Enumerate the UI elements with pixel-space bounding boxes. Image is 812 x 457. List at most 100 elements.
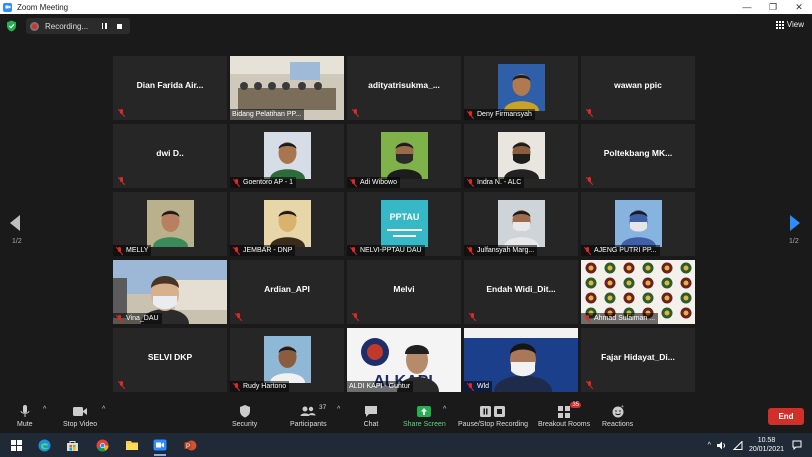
share-screen-icon xyxy=(416,404,432,419)
minimize-button[interactable]: — xyxy=(734,0,760,14)
participants-options-caret-icon[interactable]: ^ xyxy=(337,406,340,413)
powerpoint-icon[interactable]: P xyxy=(180,436,200,454)
chat-label: Chat xyxy=(363,421,379,428)
muted-mic-icon xyxy=(585,177,593,185)
store-icon[interactable] xyxy=(62,436,82,454)
participant-tile[interactable]: Julfansyah Marg... xyxy=(464,192,578,256)
recording-label: Recording... xyxy=(45,21,89,31)
participant-tile[interactable]: Indra N. - ALC xyxy=(464,124,578,188)
participant-name: JEMBAR - DNP xyxy=(243,247,293,254)
page-indicator-right: 1/2 xyxy=(789,238,799,245)
chrome-icon[interactable] xyxy=(92,436,112,454)
participant-tile[interactable]: Ahmad Sulaiman ... xyxy=(581,260,695,324)
end-meeting-button[interactable]: End xyxy=(768,408,804,425)
participant-tile[interactable]: Dian Farida Air... xyxy=(113,56,227,120)
pause-recording-icon[interactable] xyxy=(98,20,110,32)
participant-caption: AJENG PUTRI PP... xyxy=(581,245,660,256)
close-button[interactable]: ✕ xyxy=(786,0,812,14)
participant-caption: Julfansyah Marg... xyxy=(464,245,538,256)
svg-text:+: + xyxy=(621,404,624,410)
participant-tile[interactable]: Melvi xyxy=(347,260,461,324)
participant-tile[interactable]: JEMBAR - DNP xyxy=(230,192,344,256)
pause-stop-recording-button[interactable]: Pause/Stop Recording xyxy=(458,404,528,428)
show-hidden-icons-icon[interactable]: ^ xyxy=(708,442,711,449)
video-options-caret-icon[interactable]: ^ xyxy=(102,406,105,413)
zoom-logo-icon xyxy=(3,2,12,12)
view-button[interactable]: View xyxy=(775,20,804,29)
taskbar-clock[interactable]: 10.58 20/01/2021 xyxy=(749,436,784,454)
participant-tile[interactable]: Bidang Pelatihan PP... xyxy=(230,56,344,120)
participant-tile[interactable]: adityatrisukma_... xyxy=(347,56,461,120)
edge-browser-icon[interactable] xyxy=(34,436,54,454)
participant-tile[interactable]: Endah Widi_Dit... xyxy=(464,260,578,324)
participant-caption: Adi Wibowo xyxy=(347,177,400,188)
participant-tile[interactable]: Rudy Hartono xyxy=(230,328,344,392)
participant-video xyxy=(498,132,545,179)
chat-button[interactable]: Chat xyxy=(363,404,379,428)
muted-mic-icon xyxy=(117,381,125,389)
pause-stop-recording-label: Pause/Stop Recording xyxy=(458,421,529,428)
meeting-topbar: Recording... View xyxy=(0,14,812,38)
breakout-rooms-button[interactable]: 35 Breakout Rooms xyxy=(538,402,590,428)
participant-tile[interactable]: dwi D.. xyxy=(113,124,227,188)
participant-tile[interactable]: PPTAU NELVI-PPTAU DAU xyxy=(347,192,461,256)
file-explorer-icon[interactable] xyxy=(122,436,142,454)
view-label: View xyxy=(786,20,804,29)
reactions-button[interactable]: + Reactions xyxy=(602,404,633,428)
stop-video-label: Stop Video xyxy=(63,421,98,428)
muted-mic-icon xyxy=(466,382,474,391)
participant-name: adityatrisukma_... xyxy=(368,80,440,90)
muted-mic-icon xyxy=(232,246,240,255)
participant-logo: PPTAU xyxy=(381,200,428,247)
restore-button[interactable]: ❐ xyxy=(760,0,786,14)
participant-tile[interactable]: Adi Wibowo xyxy=(347,124,461,188)
participant-caption: Bidang Pelatihan PP... xyxy=(230,109,305,120)
participant-video xyxy=(381,132,428,179)
participant-tile[interactable]: MELLY xyxy=(113,192,227,256)
participant-caption: MELLY xyxy=(113,245,152,256)
notifications-icon[interactable] xyxy=(792,440,802,450)
participant-name: Ardian_API xyxy=(264,284,310,294)
participants-button[interactable]: 37 Participants xyxy=(290,404,327,428)
participant-name: wawan ppic xyxy=(614,80,662,90)
window-title: Zoom Meeting xyxy=(17,2,69,12)
participant-tile[interactable]: Vina_DAU xyxy=(113,260,227,324)
stop-video-button[interactable]: Stop Video xyxy=(63,404,97,428)
participant-tile[interactable]: SELVI DKP xyxy=(113,328,227,392)
participant-tile[interactable]: Goentoro AP - 1 xyxy=(230,124,344,188)
participant-name: Dian Farida Air... xyxy=(136,80,204,90)
previous-page-arrow-icon[interactable] xyxy=(10,215,20,231)
muted-mic-icon xyxy=(117,177,125,185)
participant-tile[interactable]: Deny Firmansyah xyxy=(464,56,578,120)
muted-mic-icon xyxy=(115,246,123,255)
zoom-taskbar-icon[interactable] xyxy=(150,436,170,456)
next-page-arrow-icon[interactable] xyxy=(790,215,800,231)
muted-mic-icon xyxy=(117,109,125,117)
muted-mic-icon xyxy=(585,381,593,389)
reactions-smiley-icon: + xyxy=(611,404,625,419)
participant-name: Julfansyah Marg... xyxy=(477,247,535,254)
mute-button[interactable]: Mute xyxy=(17,404,33,428)
encryption-shield-icon[interactable] xyxy=(6,20,17,32)
stop-recording-icon[interactable] xyxy=(113,20,125,32)
network-icon[interactable] xyxy=(732,440,743,450)
participant-tile[interactable]: Poltekbang MK... xyxy=(581,124,695,188)
security-button[interactable]: Security xyxy=(232,404,257,428)
participant-tile[interactable]: AJENG PUTRI PP... xyxy=(581,192,695,256)
windows-start-icon[interactable] xyxy=(6,436,26,454)
participant-tile[interactable]: ALKAPIALDI KAPI - Guntur xyxy=(347,328,461,392)
participant-caption: Goentoro AP - 1 xyxy=(230,177,297,188)
participant-name: AJENG PUTRI PP... xyxy=(594,247,657,254)
pause-stop-recording-icon xyxy=(478,404,508,419)
share-screen-button[interactable]: Share Screen xyxy=(403,404,446,428)
participant-tile[interactable]: wawan ppic xyxy=(581,56,695,120)
participant-tile[interactable]: Ardian_API xyxy=(230,260,344,324)
muted-mic-icon xyxy=(583,246,591,255)
participant-video xyxy=(264,200,311,247)
participant-tile[interactable]: Wld xyxy=(464,328,578,392)
participant-tile[interactable]: Fajar Hidayat_Di... xyxy=(581,328,695,392)
volume-icon[interactable] xyxy=(716,441,727,450)
audio-options-caret-icon[interactable]: ^ xyxy=(43,406,46,413)
participants-count: 37 xyxy=(319,404,327,411)
share-options-caret-icon[interactable]: ^ xyxy=(443,406,446,413)
